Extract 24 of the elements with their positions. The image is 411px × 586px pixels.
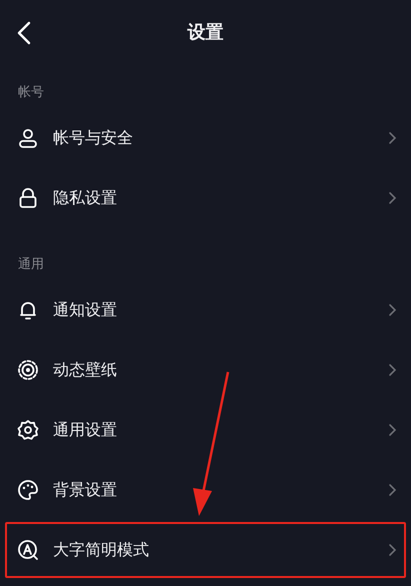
page-title: 设置 [188, 20, 224, 44]
settings-item[interactable]: 背景设置 [0, 460, 411, 520]
gear-icon [17, 419, 39, 441]
chevron-icon [388, 483, 397, 497]
section-label: 帐号 [18, 85, 44, 100]
chevron-icon [388, 191, 397, 205]
settings-item[interactable]: 隐私设置 [0, 168, 411, 228]
palette-icon [17, 479, 39, 501]
chevron-icon [388, 131, 397, 145]
chevron-icon [388, 363, 397, 377]
chevron-icon [388, 543, 397, 557]
settings-item[interactable]: 动态壁纸 [0, 340, 411, 400]
chevron-icon [388, 423, 397, 437]
person-icon [17, 127, 39, 149]
settings-item[interactable]: 通知设置 [0, 280, 411, 340]
wallpaper-icon [17, 359, 39, 381]
settings-item[interactable]: 大字简明模式 [0, 520, 411, 580]
font-size-icon [17, 539, 39, 561]
settings-item[interactable]: 通用设置 [0, 400, 411, 460]
section-label: 通用 [18, 257, 44, 272]
chevron-icon [388, 303, 397, 317]
bell-icon [17, 299, 39, 321]
lock-icon [17, 187, 39, 209]
settings-item[interactable]: 帐号与安全 [0, 108, 411, 168]
